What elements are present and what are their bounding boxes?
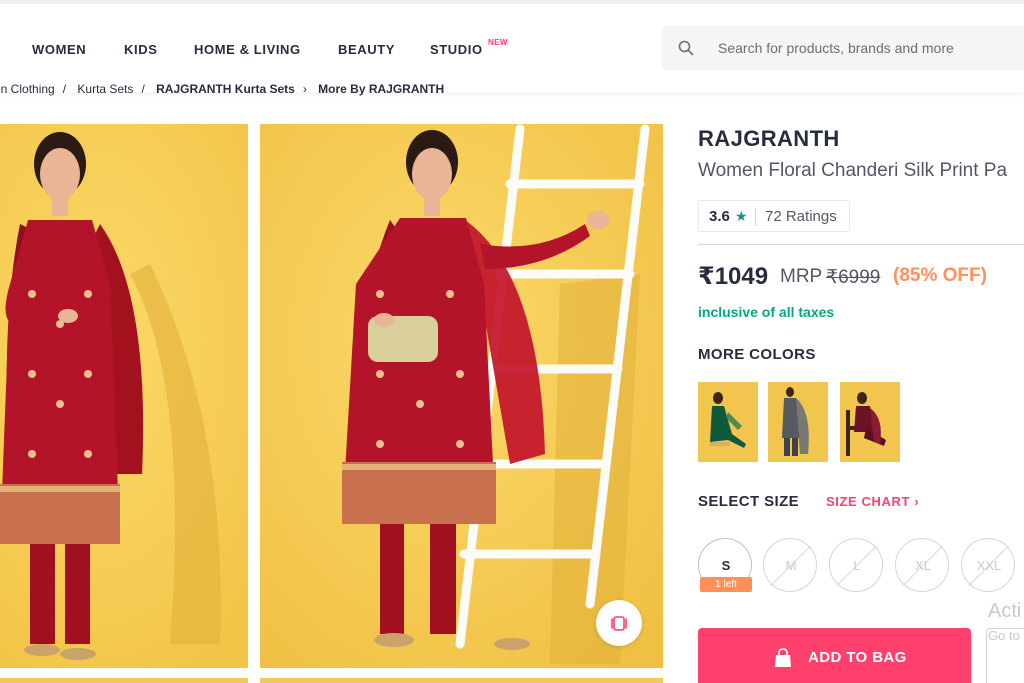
divider: [698, 244, 1024, 245]
add-to-bag-label: ADD TO BAG: [808, 649, 907, 666]
nav-beauty[interactable]: BEAUTY: [338, 42, 395, 57]
size-label: L: [853, 558, 861, 573]
size-option-l: L: [829, 538, 883, 592]
rating-count: 72 Ratings: [765, 208, 837, 225]
size-label: S: [721, 558, 731, 573]
site-header: WOMEN KIDS HOME & LIVING BEAUTY STUDIO N…: [0, 4, 1024, 92]
color-option-green[interactable]: [698, 382, 758, 462]
breadcrumb-item[interactable]: More By RAJGRANTH: [318, 82, 444, 96]
product-image-2[interactable]: [260, 124, 663, 668]
nav-home-living[interactable]: HOME & LIVING: [194, 42, 301, 57]
mrp-price: ₹6999: [826, 267, 881, 288]
star-icon: ★: [735, 208, 748, 224]
product-brand[interactable]: RAJGRANTH: [698, 126, 840, 152]
breadcrumb: en Clothing / Kurta Sets / RAJGRANTH Kurta…: [0, 82, 452, 96]
size-option-xxl: XXL: [961, 538, 1015, 592]
discount-percent: (85% OFF): [893, 265, 987, 286]
select-size-heading: SELECT SIZE: [698, 493, 800, 510]
grey-kurta-thumbnail: [768, 382, 828, 462]
rating-badge[interactable]: 3.6 ★ 72 Ratings: [698, 200, 850, 232]
size-chart-link[interactable]: SIZE CHART ›: [826, 494, 919, 509]
product-image-1[interactable]: [0, 124, 248, 668]
nav-women[interactable]: WOMEN: [32, 42, 86, 57]
product-name: Women Floral Chanderi Silk Print Pa: [698, 160, 1008, 181]
green-kurta-thumbnail: [698, 382, 758, 462]
view-similar-button[interactable]: [596, 600, 642, 646]
search-input[interactable]: Search for products, brands and more: [718, 40, 954, 56]
more-colors-heading: MORE COLORS: [698, 346, 816, 363]
size-label: XXL: [976, 558, 1002, 573]
stock-left-badge: 1 left: [700, 577, 752, 592]
stack-icon: [611, 616, 627, 631]
nav-studio-new-badge: NEW: [488, 38, 508, 47]
bag-icon: [775, 648, 791, 667]
model-illustration: [0, 124, 248, 668]
size-option-xl: XL: [895, 538, 949, 592]
product-image-3[interactable]: [0, 678, 248, 683]
breadcrumb-item[interactable]: RAJGRANTH Kurta Sets: [156, 82, 295, 96]
maroon-kurta-thumbnail: [840, 382, 900, 462]
activate-watermark: Acti: [988, 600, 1022, 622]
add-to-bag-button[interactable]: ADD TO BAG: [698, 628, 971, 683]
color-option-grey[interactable]: [768, 382, 828, 462]
activate-watermark-subtext: Go to: [988, 628, 1020, 643]
color-option-maroon[interactable]: [840, 382, 900, 462]
model-with-ladder-illustration: [260, 124, 663, 668]
selling-price: ₹1049: [698, 263, 769, 290]
search-bar[interactable]: Search for products, brands and more: [662, 26, 1024, 70]
taxes-note: inclusive of all taxes: [698, 304, 835, 320]
size-label: M: [785, 558, 797, 573]
breadcrumb-item[interactable]: Kurta Sets: [77, 82, 133, 96]
rating-value: 3.6: [709, 208, 730, 225]
size-label: XL: [915, 558, 931, 573]
breadcrumb-item[interactable]: en Clothing: [0, 82, 55, 96]
size-option-m: M: [763, 538, 817, 592]
product-image-4[interactable]: [260, 678, 663, 683]
rating-divider: [755, 208, 756, 226]
search-icon: [678, 40, 694, 56]
nav-studio[interactable]: STUDIO: [430, 42, 483, 57]
nav-kids[interactable]: KIDS: [124, 42, 157, 57]
mrp-label: MRP: [780, 266, 823, 287]
